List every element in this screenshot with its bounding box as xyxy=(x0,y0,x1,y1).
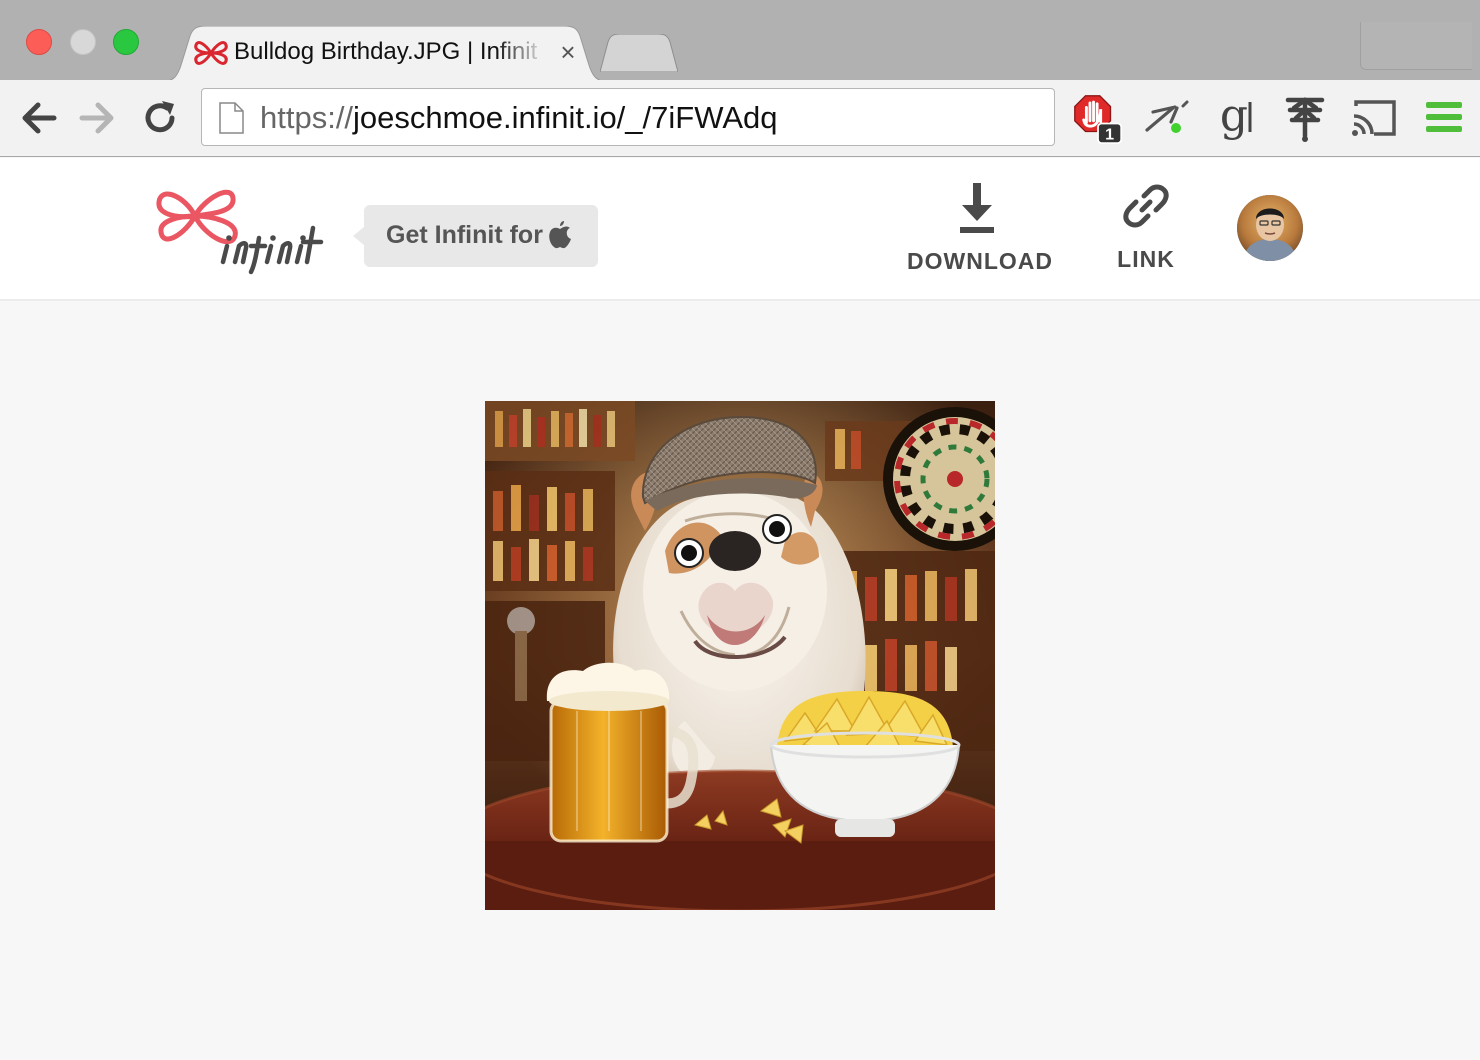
download-label: DOWNLOAD xyxy=(907,248,1053,274)
browser-titlebar: Bulldog Birthday.JPG | Infinit × xyxy=(0,0,1480,82)
user-avatar[interactable] xyxy=(1237,195,1303,261)
link-label: LINK xyxy=(1117,246,1175,272)
google-g-icon[interactable]: g xyxy=(1212,94,1262,144)
forward-arrow-icon[interactable] xyxy=(78,98,118,138)
apple-icon xyxy=(549,221,571,249)
get-infinit-label: Get Infinit for xyxy=(386,221,543,249)
adblock-badge-count: 1 xyxy=(1105,126,1114,144)
pocket-dash-icon[interactable] xyxy=(1143,94,1193,144)
infinit-favicon-icon xyxy=(194,41,228,65)
new-tab-button[interactable] xyxy=(600,34,678,72)
infinit-logo[interactable] xyxy=(155,176,335,276)
zoom-window-button[interactable] xyxy=(113,29,139,55)
download-button[interactable]: DOWNLOAD xyxy=(907,178,1053,278)
reload-icon[interactable] xyxy=(140,98,180,138)
google-g-letter: g xyxy=(1220,94,1248,141)
close-window-button[interactable] xyxy=(26,29,52,55)
get-infinit-for-mac-button[interactable]: Get Infinit for xyxy=(353,205,598,267)
active-tab[interactable]: Bulldog Birthday.JPG | Infinit × xyxy=(160,26,610,82)
chrome-menu-icon[interactable] xyxy=(1420,94,1470,144)
download-arrow-icon xyxy=(960,183,994,233)
cast-icon[interactable] xyxy=(1348,94,1398,144)
url-scheme: https:// xyxy=(260,100,354,135)
site-header: Get Infinit for DOWNLOAD LINK xyxy=(0,158,1480,301)
back-arrow-icon[interactable] xyxy=(18,98,58,138)
shared-image-bulldog[interactable] xyxy=(485,401,995,910)
link-button[interactable]: LINK xyxy=(1100,178,1192,278)
browser-toolbar: https://joeschmoe.infinit.io/_/7iFWAdq 1… xyxy=(0,80,1480,157)
url-text: https://joeschmoe.infinit.io/_/7iFWAdq xyxy=(260,100,777,136)
window-user-area xyxy=(1360,22,1472,70)
adblock-hand-icon[interactable]: 1 xyxy=(1073,94,1123,144)
page-icon xyxy=(219,102,244,134)
minimize-window-button[interactable] xyxy=(70,29,96,55)
link-chain-icon xyxy=(1123,184,1169,228)
address-bar[interactable]: https://joeschmoe.infinit.io/_/7iFWAdq xyxy=(201,88,1055,146)
tab-close-icon[interactable]: × xyxy=(556,38,580,66)
url-host-path: joeschmoe.infinit.io/_/7iFWAdq xyxy=(353,100,778,135)
tab-title: Bulldog Birthday.JPG | Infinit xyxy=(234,38,538,65)
evernote-tree-icon[interactable] xyxy=(1280,94,1330,144)
